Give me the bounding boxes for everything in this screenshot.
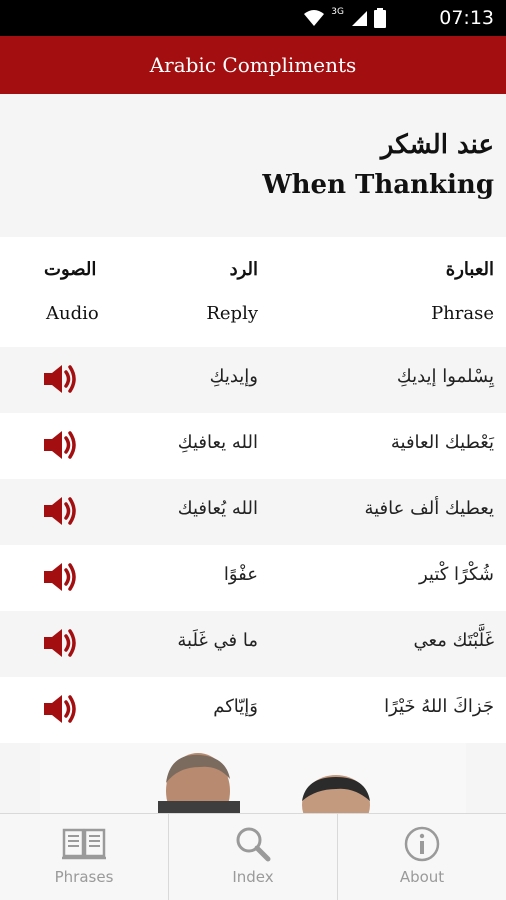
speaker-icon[interactable] (40, 493, 80, 529)
app-bar: Arabic Compliments (0, 36, 506, 94)
table-row: وَإيّاكم جَزاكَ اللهُ خَيْرًا (0, 677, 506, 743)
speaker-icon[interactable] (40, 691, 80, 727)
app-title: Arabic Compliments (149, 53, 357, 77)
speaker-icon[interactable] (40, 427, 80, 463)
network-type: 3G (331, 7, 344, 17)
phrase-header-arabic: العبارة (445, 259, 494, 280)
tab-about[interactable]: About (338, 814, 506, 900)
reply-header-arabic: الرد (229, 259, 258, 280)
table-row: الله يُعافيك يعطيك ألف عافية (0, 479, 506, 545)
speaker-icon[interactable] (40, 625, 80, 661)
tab-index[interactable]: Index (169, 814, 338, 900)
audio-header-english: Audio (46, 303, 99, 324)
phrase-text: يِسْلموا إيديكِ (396, 366, 494, 387)
magnifier-icon (236, 827, 271, 862)
phrase-list: وإيديكِ يِسْلموا إيديكِ الله يعافيكِ يَع… (0, 347, 506, 743)
signal-icon (352, 11, 367, 26)
phrase-text: يعطيك ألف عافية (364, 498, 494, 519)
section-header: عند الشكر When Thanking (0, 94, 506, 237)
book-icon (62, 828, 106, 860)
section-title-arabic: عند الشكر (380, 130, 494, 160)
status-bar: 3G 07:13 (0, 0, 506, 36)
table-row: وإيديكِ يِسْلموا إيديكِ (0, 347, 506, 413)
tab-label: Phrases (54, 868, 114, 886)
reply-text: وإيديكِ (209, 366, 258, 387)
phrase-text: جَزاكَ اللهُ خَيْرًا (384, 696, 494, 717)
bottom-tab-bar: Phrases Index About (0, 813, 506, 900)
tab-phrases[interactable]: Phrases (0, 814, 169, 900)
reply-text: وَإيّاكم (213, 696, 258, 717)
battery-icon (374, 8, 386, 28)
phrase-text: غَلَّبْتَك معي (413, 630, 494, 651)
phrase-text: يَعْطيك العافية (390, 432, 494, 453)
clock: 07:13 (439, 7, 494, 29)
info-icon (404, 826, 440, 862)
phrase-header-english: Phrase (431, 303, 494, 324)
illustration-background (40, 743, 466, 813)
reply-header-english: Reply (206, 303, 258, 324)
column-headers: الصوت Audio الرد Reply العبارة Phrase (0, 237, 506, 347)
table-row: الله يعافيكِ يَعْطيك العافية (0, 413, 506, 479)
people-illustration (158, 753, 370, 813)
table-row: عفْوًا شُكْرًا كْتير (0, 545, 506, 611)
tab-label: About (399, 868, 445, 886)
phrase-text: شُكْرًا كْتير (418, 564, 494, 585)
reply-text: ما في غَلَبة (177, 630, 258, 651)
tab-label: Index (232, 868, 274, 886)
audio-header-arabic: الصوت (44, 259, 97, 280)
speaker-icon[interactable] (40, 361, 80, 397)
wifi-icon (304, 10, 325, 26)
speaker-icon[interactable] (40, 559, 80, 595)
section-title-english: When Thanking (262, 170, 494, 200)
illustration-area (0, 743, 506, 813)
table-row: ما في غَلَبة غَلَّبْتَك معي (0, 611, 506, 677)
status-icons: 3G (303, 7, 386, 28)
reply-text: الله يُعافيك (177, 498, 258, 519)
reply-text: الله يعافيكِ (177, 432, 258, 453)
reply-text: عفْوًا (223, 564, 258, 585)
